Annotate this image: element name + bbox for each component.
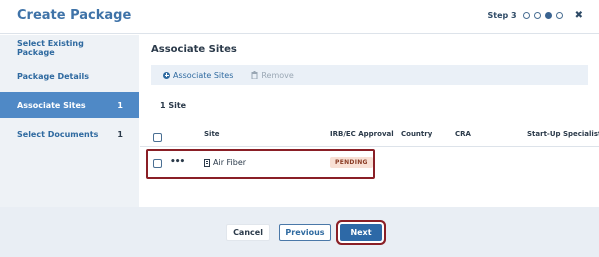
remove-button[interactable]: Remove (251, 70, 294, 80)
sites-toolbar: Associate Sites Remove (151, 65, 588, 85)
dialog-header: Create Package Step 3 ✖ (0, 0, 599, 34)
sidebar-item-count: 1 (117, 100, 123, 110)
step-label: Step 3 (487, 11, 517, 20)
main-panel: Associate Sites Associate Sites Remove 1… (140, 35, 599, 207)
trash-icon (251, 71, 258, 79)
sidebar-item-label: Select Documents (17, 129, 99, 139)
column-header-cra[interactable]: CRA (455, 130, 471, 138)
sidebar-item-label: Package Details (17, 71, 89, 81)
sidebar-item-associate-sites[interactable]: Associate Sites 1 (0, 92, 139, 118)
step-dot-4 (555, 12, 563, 19)
step-dot-3 (544, 12, 552, 19)
column-header-startup-specialist[interactable]: Start-Up Specialist (527, 130, 599, 138)
site-count: 1 Site (160, 101, 187, 110)
column-header-irb-approval[interactable]: IRB/EC Approval Le (330, 130, 394, 138)
associate-sites-button[interactable]: Associate Sites (163, 71, 233, 80)
plus-circle-icon (163, 71, 170, 79)
next-button[interactable]: Next (340, 224, 382, 241)
close-icon[interactable]: ✖ (575, 10, 583, 20)
sidebar-item-package-details[interactable]: Package Details (0, 63, 139, 89)
step-dot-2 (533, 12, 541, 19)
sidebar-item-label: Associate Sites (17, 100, 86, 110)
sidebar-item-select-documents[interactable]: Select Documents 1 (0, 121, 139, 147)
select-all-checkbox[interactable] (153, 133, 162, 142)
sidebar-item-label: Select Existing Package (17, 39, 84, 57)
sidebar-item-select-existing-package[interactable]: Select Existing Package (0, 35, 139, 61)
row-highlight-box (146, 149, 375, 179)
wizard-sidebar: Select Existing Package Package Details … (0, 35, 139, 207)
dialog-title: Create Package (17, 8, 132, 23)
previous-button[interactable]: Previous (279, 224, 331, 241)
column-header-country[interactable]: Country (401, 130, 432, 138)
step-indicator: Step 3 ✖ (487, 10, 583, 20)
dialog-footer: Cancel Previous Next (0, 207, 599, 257)
sidebar-item-count: 1 (117, 129, 123, 139)
table-header: Site IRB/EC Approval Le Country CRA Star… (140, 123, 599, 147)
column-header-site[interactable]: Site (204, 130, 220, 138)
cancel-button[interactable]: Cancel (226, 224, 270, 241)
remove-label: Remove (261, 70, 294, 80)
step-dot-1 (522, 12, 530, 19)
associate-sites-label: Associate Sites (173, 70, 234, 80)
section-title: Associate Sites (151, 44, 237, 55)
